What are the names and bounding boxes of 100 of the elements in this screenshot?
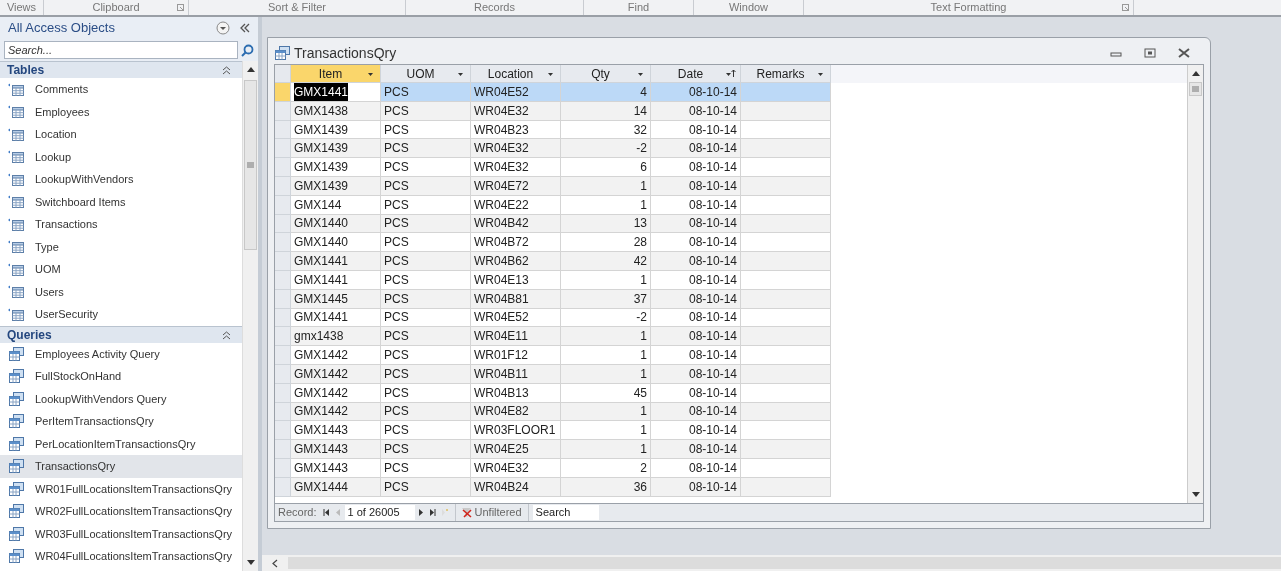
group-header[interactable]: Tables — [0, 61, 242, 78]
query-icon — [8, 458, 25, 475]
column-header[interactable]: UOM — [381, 65, 471, 83]
row-selector[interactable] — [275, 139, 291, 159]
window-title: TransactionsQry — [294, 43, 398, 63]
vertical-scrollbar[interactable] — [242, 61, 258, 571]
dialog-launcher-icon[interactable] — [177, 4, 184, 11]
column-label: Item — [317, 65, 344, 83]
table-cell: 08-10-14 — [651, 139, 741, 159]
table-icon — [8, 239, 25, 255]
search-field[interactable]: Search... — [4, 41, 238, 59]
table-cell: WR01F12 — [471, 346, 561, 365]
select-all-corner[interactable] — [275, 65, 291, 83]
navigation-item[interactable]: WR01FullLocationsItemTransactionsQry — [0, 477, 242, 500]
row-selector[interactable] — [275, 327, 291, 347]
ribbon-group-label: Sort & Filter — [267, 0, 327, 16]
query-icon — [274, 45, 291, 61]
collapse-pane-icon[interactable] — [240, 23, 250, 33]
navigation-item[interactable]: Users — [0, 280, 242, 303]
table-cell: WR04E25 — [471, 440, 561, 459]
row-selector[interactable] — [275, 233, 291, 253]
item-label: WR03FullLocationsItemTransactionsQry — [35, 526, 233, 542]
table-cell: GMX1443 — [291, 440, 381, 459]
row-selector[interactable] — [275, 421, 291, 441]
table-cell: PCS — [381, 252, 471, 271]
table-cell: GMX1439 — [291, 158, 381, 177]
table-cell: PCS — [381, 233, 471, 253]
group-header[interactable]: Queries — [0, 325, 242, 343]
navigation-item[interactable]: FullStockOnHand — [0, 365, 242, 388]
navigation-item[interactable]: PerLocationItemTransactionsQry — [0, 432, 242, 455]
navigation-item[interactable]: Comments — [0, 78, 242, 101]
navigation-item[interactable]: LookupWithVendors — [0, 168, 242, 191]
dropdown-icon[interactable] — [216, 21, 230, 35]
item-label: FullStockOnHand — [35, 369, 122, 384]
navigation-item[interactable]: Switchboard Items — [0, 190, 242, 213]
scroll-thumb[interactable] — [1189, 82, 1202, 96]
item-label: Employees — [35, 104, 90, 120]
ribbon-group-label: Text Formatting — [930, 0, 1007, 16]
navigation-item[interactable]: WR04FullLocationsItemTransactionsQry — [0, 545, 242, 568]
table-cell: WR04B62 — [471, 252, 561, 271]
group-title: Tables — [7, 62, 46, 79]
navigation-item[interactable]: PerItemTransactionsQry — [0, 410, 242, 433]
table-icon — [8, 171, 25, 187]
table-cell: 1 — [561, 346, 651, 365]
query-icon — [8, 548, 25, 565]
item-label: Transactions — [35, 217, 98, 232]
navigation-item[interactable]: TransactionsQry — [0, 455, 242, 478]
scroll-thumb[interactable] — [244, 80, 257, 250]
item-label: WR02FullLocationsItemTransactionsQry — [35, 504, 233, 519]
navigation-item[interactable]: Type — [0, 235, 242, 258]
navigation-item[interactable]: Lookup — [0, 145, 242, 168]
navigation-item[interactable]: Transactions — [0, 213, 242, 236]
table-cell: 6 — [561, 158, 651, 177]
row-selector[interactable] — [275, 83, 291, 102]
pane-title: All Access Objects — [8, 19, 116, 38]
vertical-scrollbar[interactable] — [1187, 65, 1203, 503]
table-cell: 08-10-14 — [651, 421, 741, 441]
navigation-item[interactable]: WR02FullLocationsItemTransactionsQry — [0, 500, 242, 523]
table-icon — [8, 194, 25, 210]
navigation-item[interactable]: LookupWithVendors Query — [0, 387, 242, 410]
item-label: Switchboard Items — [35, 194, 126, 210]
close-icon — [1178, 48, 1190, 58]
row-selector[interactable] — [275, 252, 291, 271]
table-cell: WR04E32 — [471, 139, 561, 159]
row-selector[interactable] — [275, 158, 291, 177]
table-icon — [8, 104, 25, 120]
table-cell: WR04B72 — [471, 233, 561, 253]
column-header[interactable]: Qty — [561, 65, 651, 83]
item-label: PerLocationItemTransactionsQry — [35, 436, 196, 452]
table-cell: 08-10-14 — [651, 158, 741, 177]
scroll-left-icon[interactable] — [272, 558, 278, 568]
column-header[interactable]: Remarks — [741, 65, 831, 83]
horizontal-scrollbar[interactable] — [262, 555, 1281, 571]
table-cell: 08-10-14 — [651, 440, 741, 459]
table-cell: 42 — [561, 252, 651, 271]
table-cell: 1 — [561, 440, 651, 459]
item-label: WR04FullLocationsItemTransactionsQry — [35, 549, 233, 564]
row-selector[interactable] — [275, 346, 291, 365]
search-icon — [241, 43, 254, 57]
ribbon-group-label: Clipboard — [92, 0, 140, 16]
navigation-item[interactable]: UserSecurity — [0, 303, 242, 326]
query-icon — [8, 390, 25, 407]
navigation-item[interactable]: Location — [0, 123, 242, 146]
column-header[interactable]: Item — [291, 65, 381, 83]
column-header[interactable]: Date — [651, 65, 741, 83]
column-header[interactable]: Location — [471, 65, 561, 83]
navigation-item[interactable]: Employees — [0, 100, 242, 123]
navigation-item[interactable]: Employees Activity Query — [0, 342, 242, 365]
table-cell: PCS — [381, 421, 471, 441]
dialog-launcher-icon[interactable] — [1122, 4, 1129, 11]
query-icon — [8, 435, 25, 452]
query-icon — [8, 503, 25, 520]
row-selector[interactable] — [275, 440, 291, 459]
navigation-item[interactable]: WR03FullLocationsItemTransactionsQry — [0, 522, 242, 545]
item-label: Location — [35, 127, 77, 142]
item-label: PerItemTransactionsQry — [35, 414, 154, 429]
ribbon-group-label: Window — [728, 0, 769, 16]
navigation-item[interactable]: UOM — [0, 258, 242, 281]
table-icon — [8, 261, 25, 277]
query-icon — [8, 413, 25, 430]
